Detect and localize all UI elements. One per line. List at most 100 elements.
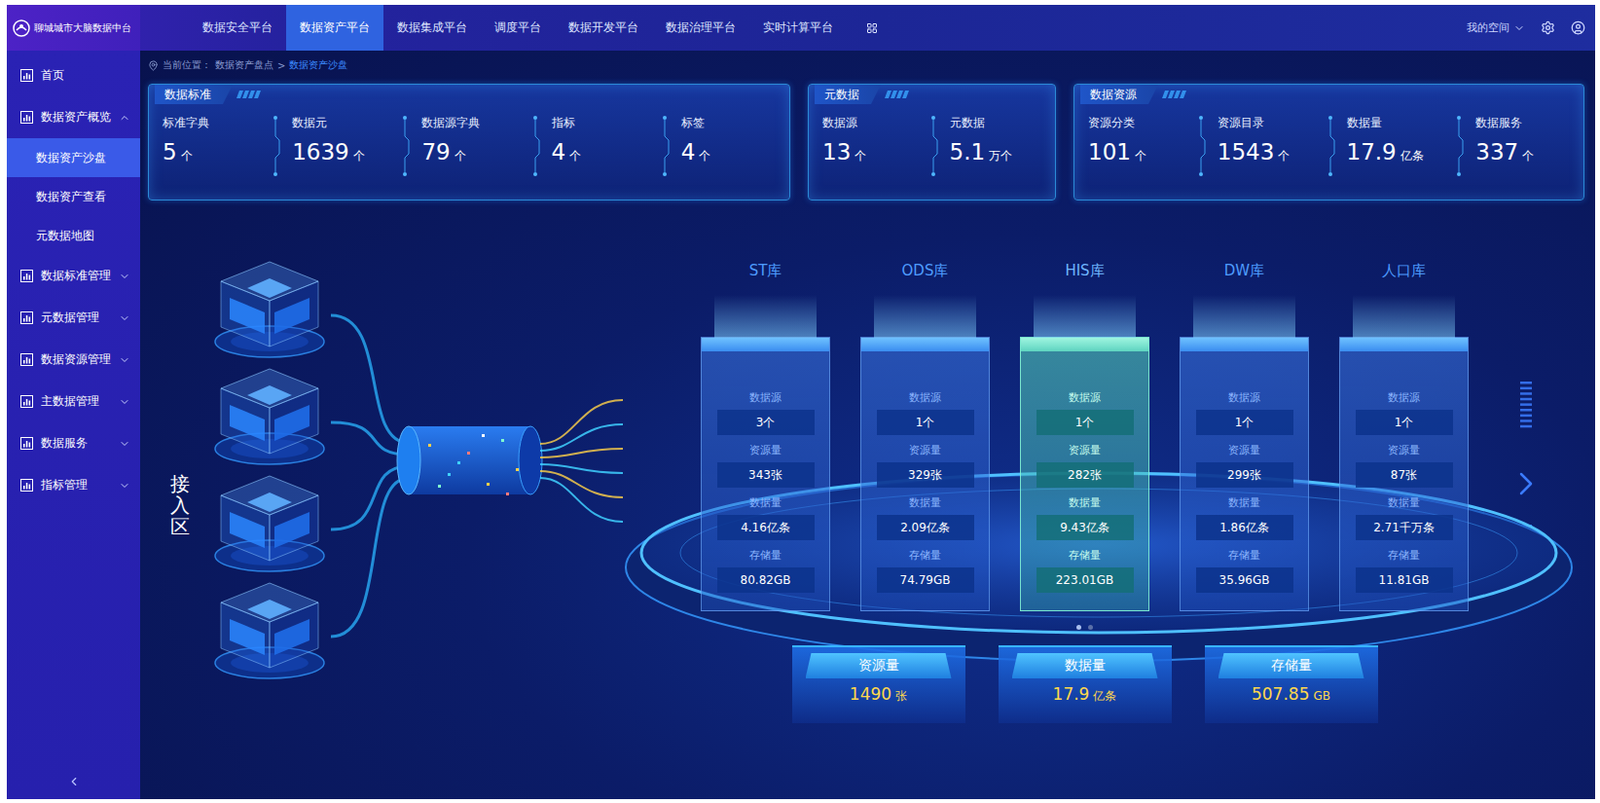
chart-box-icon [20, 478, 34, 492]
stats-row: 标准字典5个数据元1639个数据源字典79个指标4个标签4个 [148, 104, 790, 200]
logo-icon [12, 19, 31, 37]
logo[interactable]: 聊城城市大脑数据中台 [6, 4, 141, 51]
total-label: 存储量 [1218, 653, 1365, 679]
expand-arrow [118, 396, 131, 408]
chevron-down-icon [118, 270, 131, 283]
breadcrumb-prefix: 当前位置： [162, 58, 212, 73]
database-column[interactable]: 数据源1个资源量87张数据量2.71千万条存储量11.81GB [1339, 336, 1469, 612]
field-value: 1个 [1036, 409, 1134, 436]
expand-arrow [118, 312, 131, 325]
stat-value: 1639个 [291, 139, 393, 169]
chart-box-icon [20, 395, 34, 408]
database-field: 存储量80.82GB [717, 547, 815, 593]
stat: 资源目录1543个 [1213, 114, 1318, 169]
stat-value: 5个 [162, 139, 263, 169]
breadcrumb-item[interactable]: 数据资产盘点 [215, 58, 274, 73]
user-space-menu[interactable]: 我的空间 [1466, 20, 1526, 36]
total-card: 数据量17.9亿条 [998, 645, 1172, 724]
sidebar-subitem[interactable]: 元数据地图 [6, 216, 141, 255]
nav-item[interactable]: 数据开发平台 [554, 4, 653, 51]
stat-unit: 个 [1522, 148, 1534, 163]
chevron-right-icon [1506, 464, 1546, 504]
total-label: 数据量 [1012, 653, 1159, 679]
field-value: 343张 [717, 462, 815, 488]
stat-value: 17.9亿条 [1346, 139, 1448, 169]
database-area: ST库ODS库HIS库DW库人口库数据源3个资源量343张数据量4.16亿条存储… [700, 200, 1469, 800]
stat-label: 标准字典 [162, 114, 263, 131]
sidebar-item[interactable]: 数据服务 [6, 422, 141, 465]
more-apps-button[interactable] [866, 4, 878, 51]
next-button[interactable] [1506, 464, 1546, 504]
sidebar-subitem[interactable]: 数据资产查看 [6, 177, 141, 217]
chevron-down-icon [118, 437, 131, 450]
chevron-down-icon [118, 312, 131, 325]
sidebar-item[interactable]: 元数据管理 [6, 296, 141, 339]
sidebar-item[interactable]: 数据资产概览 [6, 96, 141, 139]
stat-label: 元数据 [949, 114, 1049, 131]
stat: 资源分类101个 [1084, 114, 1189, 169]
database-field: 资源量329张 [876, 442, 975, 488]
field-value: 2.09亿条 [876, 514, 975, 541]
field-value: 299张 [1196, 462, 1294, 488]
database-label: DW库 [1179, 260, 1310, 281]
sidebar-subitem[interactable]: 数据资产沙盘 [6, 138, 141, 178]
field-label: 数据量 [1228, 495, 1261, 511]
database-column[interactable]: 数据源3个资源量343张数据量4.16亿条存储量80.82GB [700, 336, 831, 612]
data-flow-icon [330, 200, 701, 746]
chevron-left-icon [67, 774, 81, 789]
stat: 元数据5.1万个 [945, 114, 1049, 169]
breadcrumb-separator: > [277, 60, 286, 72]
stat-label: 数据服务 [1475, 114, 1576, 131]
field-value: 4.16亿条 [717, 514, 815, 541]
field-value: 223.01GB [1036, 567, 1134, 593]
scroll-stripes-icon [1519, 381, 1533, 431]
field-label: 数据量 [909, 495, 942, 511]
database-field: 资源量87张 [1355, 442, 1454, 488]
database-label: ODS库 [860, 260, 990, 281]
panel-header: 元数据 [808, 84, 1055, 105]
breadcrumb-item: 数据资产沙盘 [289, 58, 348, 73]
stat-value: 13个 [822, 139, 921, 169]
collapse-button[interactable] [6, 763, 141, 800]
field-label: 资源量 [909, 442, 942, 459]
sidebar-item[interactable]: 指标管理 [6, 464, 141, 507]
sidebar-item[interactable]: 数据标准管理 [6, 254, 141, 297]
main-content: 当前位置：数据资产盘点>数据资产沙盘数据标准标准字典5个数据元1639个数据源字… [140, 50, 1596, 800]
chart-box-icon [20, 436, 34, 450]
sidebar-item[interactable]: 主数据管理 [6, 380, 141, 423]
database-column[interactable]: 数据源1个资源量329张数据量2.09亿条存储量74.79GB [860, 336, 990, 612]
field-label: 存储量 [1068, 547, 1101, 564]
database-column[interactable]: 数据源1个资源量299张数据量1.86亿条存储量35.96GB [1179, 336, 1310, 612]
server-stack-icon [208, 468, 331, 576]
stat-divider [1194, 114, 1208, 178]
database-column[interactable]: 数据源1个资源量282张数据量9.43亿条存储量223.01GB [1019, 336, 1150, 612]
stat: 数据量 17.9亿条 [1343, 114, 1448, 169]
stat-divider [1452, 114, 1466, 178]
total-card: 资源量1490张 [792, 645, 966, 724]
gear-icon[interactable] [1540, 20, 1556, 36]
database-field: 资源量343张 [717, 442, 815, 488]
chevron-down-icon [1513, 22, 1526, 35]
field-value: 35.96GB [1196, 567, 1294, 593]
nav-item[interactable]: 数据治理平台 [652, 4, 750, 51]
nav-item[interactable]: 实时计算平台 [749, 4, 847, 51]
total-unit: 亿条 [1092, 689, 1117, 703]
stat-label: 数据量 [1346, 114, 1448, 131]
pager-dot[interactable] [1076, 624, 1082, 630]
user-icon[interactable] [1570, 20, 1586, 36]
field-label: 资源量 [1387, 442, 1420, 459]
chart-box-icon [20, 269, 34, 283]
pager-dot[interactable] [1088, 624, 1093, 630]
stat-divider [1323, 114, 1338, 178]
stat: 数据元1639个 [288, 114, 393, 169]
stat-value: 4个 [681, 139, 782, 169]
nav-item[interactable]: 调度平台 [480, 4, 555, 51]
intake-zone: 接入区 [147, 200, 701, 800]
sidebar-item[interactable]: 首页 [6, 54, 141, 97]
nav-item[interactable]: 数据集成平台 [383, 4, 481, 51]
nav-item[interactable]: 数据资产平台 [286, 4, 384, 51]
panel-header: 数据标准 [148, 84, 790, 105]
sidebar-item[interactable]: 数据资源管理 [6, 338, 141, 381]
nav-item[interactable]: 数据安全平台 [188, 4, 287, 51]
field-value: 1个 [876, 409, 975, 436]
